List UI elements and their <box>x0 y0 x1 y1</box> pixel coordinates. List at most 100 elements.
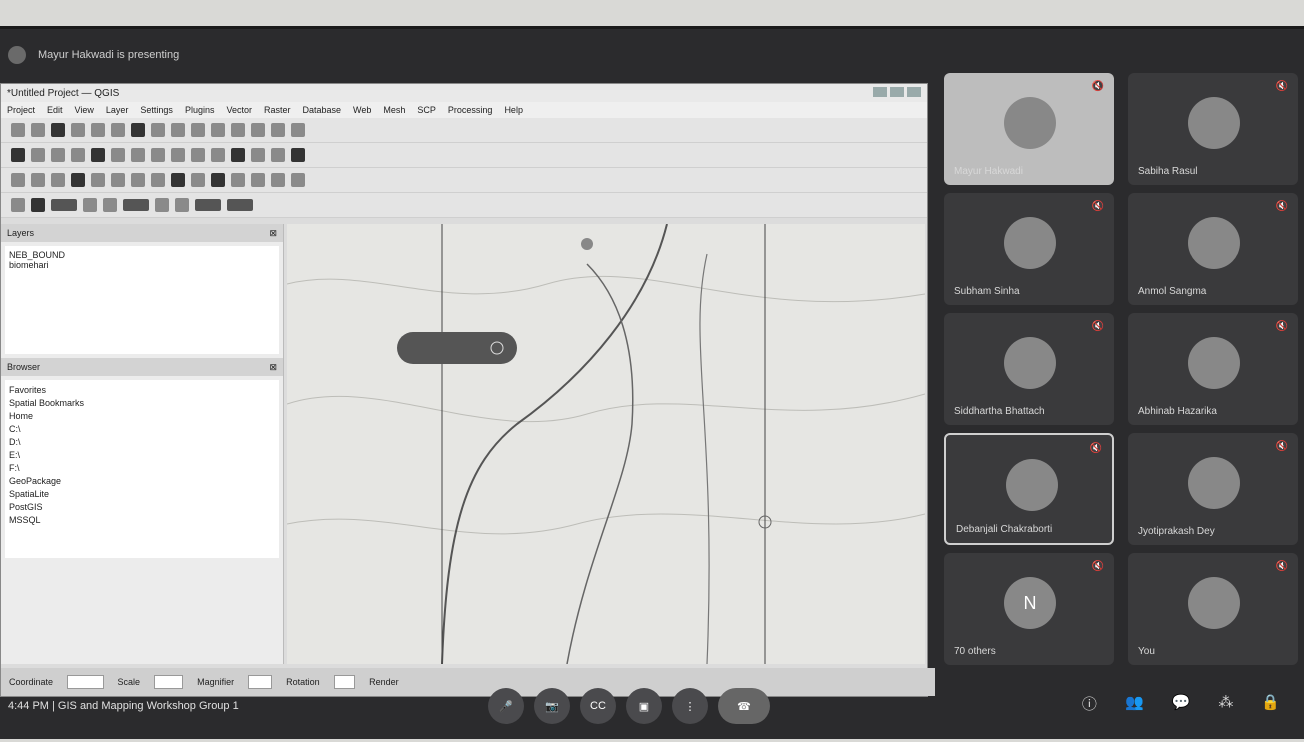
presenter-avatar <box>8 46 26 64</box>
participant-name: Debanjali Chakraborti <box>956 524 1053 535</box>
participant-avatar <box>1004 337 1056 389</box>
presenter-text: Mayur Hakwadi is presenting <box>38 49 180 61</box>
participant-avatar: N <box>1004 577 1056 629</box>
mic-muted-icon: 🔇 <box>1089 443 1102 454</box>
browser-item[interactable]: C:\ <box>9 423 275 436</box>
shared-qgis-window: *Untitled Project — QGIS Project Edit View… <box>0 83 935 697</box>
menu-item[interactable]: Processing <box>448 105 493 115</box>
people-icon[interactable]: 👥 <box>1125 693 1144 714</box>
participant-tile[interactable]: 🔇 Anmol Sangma <box>1128 193 1298 305</box>
menu-item[interactable]: Database <box>303 105 342 115</box>
participant-name: Anmol Sangma <box>1138 286 1207 297</box>
menu-item[interactable]: Plugins <box>185 105 215 115</box>
browser-item[interactable]: Spatial Bookmarks <box>9 397 275 410</box>
qgis-titlebar: *Untitled Project — QGIS <box>1 84 927 102</box>
participant-tile[interactable]: N 🔇 70 others <box>944 553 1114 665</box>
map-canvas[interactable] <box>287 224 925 664</box>
mic-muted-icon: 🔇 <box>1275 561 1288 572</box>
toolbar-row-2 <box>1 143 927 168</box>
menu-item[interactable]: View <box>75 105 94 115</box>
participant-avatar <box>1188 337 1240 389</box>
host-controls-icon[interactable]: 🔒 <box>1261 693 1280 714</box>
participant-tile[interactable]: 🔇 Mayur Hakwadi <box>944 73 1114 185</box>
participant-tile[interactable]: 🔇 Debanjali Chakraborti <box>944 433 1114 545</box>
browser-item[interactable]: GeoPackage <box>9 475 275 488</box>
menu-item[interactable]: SCP <box>417 105 436 115</box>
activities-icon[interactable]: ⁂ <box>1218 693 1233 714</box>
menu-item[interactable]: Vector <box>226 105 252 115</box>
browser-item[interactable]: E:\ <box>9 449 275 462</box>
browser-tree[interactable]: Favorites Spatial Bookmarks Home C:\ D:\ E:\ F… <box>5 380 279 558</box>
participant-tile[interactable]: 🔇 Sabiha Rasul <box>1128 73 1298 185</box>
browser-item[interactable]: PostGIS <box>9 501 275 514</box>
browser-item[interactable]: Home <box>9 410 275 423</box>
mic-muted-icon: 🔇 <box>1091 201 1104 212</box>
presenter-bar: Mayur Hakwadi is presenting <box>0 29 948 81</box>
side-panels: Layers ⊠ NEB_BOUND biomehari Browser ⊠ Fav… <box>1 224 284 664</box>
mic-muted-icon: 🔇 <box>1275 321 1288 332</box>
leave-call-button[interactable]: ☎ <box>718 688 770 724</box>
meeting-screen: Mayur Hakwadi is presenting *Untitled Pr… <box>0 26 1304 739</box>
browser-item[interactable]: D:\ <box>9 436 275 449</box>
participant-name: Siddhartha Bhattach <box>954 406 1045 417</box>
browser-item[interactable]: Favorites <box>9 384 275 397</box>
menu-item[interactable]: Layer <box>106 105 129 115</box>
side-actions: ⓘ 👥 💬 ⁂ 🔒 <box>1082 693 1280 714</box>
participant-name: Sabiha Rasul <box>1138 166 1198 177</box>
present-button[interactable]: ▣ <box>626 688 662 724</box>
toolbar-row-1 <box>1 118 927 143</box>
menu-item[interactable]: Settings <box>140 105 173 115</box>
browser-item[interactable]: SpatiaLite <box>9 488 275 501</box>
more-options-button[interactable]: ⋮ <box>672 688 708 724</box>
qgis-menubar: Project Edit View Layer Settings Plugins Vecto… <box>1 102 927 118</box>
menu-item[interactable]: Mesh <box>383 105 405 115</box>
participant-tile[interactable]: 🔇 Subham Sinha <box>944 193 1114 305</box>
chat-icon[interactable]: 💬 <box>1172 693 1191 714</box>
participant-tile[interactable]: 🔇 You <box>1128 553 1298 665</box>
browser-title: Browser <box>7 362 41 372</box>
toolbar-row-4 <box>1 193 927 218</box>
participant-name: 70 others <box>954 646 996 657</box>
toolbar-row-3 <box>1 168 927 193</box>
participant-avatar <box>1006 459 1058 511</box>
participant-avatar <box>1188 217 1240 269</box>
participant-avatar <box>1004 97 1056 149</box>
participant-avatar <box>1004 217 1056 269</box>
mic-muted-icon: 🔇 <box>1275 441 1288 452</box>
layers-panel-header: Layers ⊠ <box>1 224 283 242</box>
layers-list[interactable]: NEB_BOUND biomehari <box>5 246 279 354</box>
participant-avatar <box>1188 97 1240 149</box>
browser-item[interactable]: MSSQL <box>9 514 275 527</box>
participant-tile[interactable]: 🔇 Jyotiprakash Dey <box>1128 433 1298 545</box>
participant-name: Mayur Hakwadi <box>954 166 1023 177</box>
camera-button[interactable]: 📷 <box>534 688 570 724</box>
mic-muted-icon: 🔇 <box>1091 81 1104 92</box>
menu-item[interactable]: Web <box>353 105 371 115</box>
participant-tile[interactable]: 🔇 Siddhartha Bhattach <box>944 313 1114 425</box>
qgis-title: *Untitled Project — QGIS <box>7 87 120 99</box>
mic-muted-icon: 🔇 <box>1091 561 1104 572</box>
mic-muted-icon: 🔇 <box>1091 321 1104 332</box>
participant-name: Abhinab Hazarika <box>1138 406 1217 417</box>
layer-item[interactable]: biomehari <box>9 260 275 270</box>
menu-item[interactable]: Raster <box>264 105 291 115</box>
meeting-controls-bar: 4:44 PM | GIS and Mapping Workshop Group… <box>0 673 1304 739</box>
mic-button[interactable]: 🎤 <box>488 688 524 724</box>
participant-avatar <box>1188 577 1240 629</box>
layer-item[interactable]: NEB_BOUND <box>9 250 275 260</box>
menu-item[interactable]: Help <box>504 105 523 115</box>
meeting-info: 4:44 PM | GIS and Mapping Workshop Group… <box>8 700 239 712</box>
map-svg[interactable] <box>287 224 925 664</box>
info-icon[interactable]: ⓘ <box>1082 693 1097 714</box>
map-label-chip <box>397 332 517 364</box>
participant-avatar <box>1188 457 1240 509</box>
layers-title: Layers <box>7 228 35 238</box>
menu-item[interactable]: Edit <box>47 105 63 115</box>
browser-panel-header: Browser ⊠ <box>1 358 283 376</box>
participant-tile[interactable]: 🔇 Abhinab Hazarika <box>1128 313 1298 425</box>
menu-item[interactable]: Project <box>7 105 35 115</box>
browser-item[interactable]: F:\ <box>9 462 275 475</box>
window-controls[interactable] <box>870 86 921 100</box>
participant-name: Jyotiprakash Dey <box>1138 526 1215 537</box>
captions-button[interactable]: CC <box>580 688 616 724</box>
